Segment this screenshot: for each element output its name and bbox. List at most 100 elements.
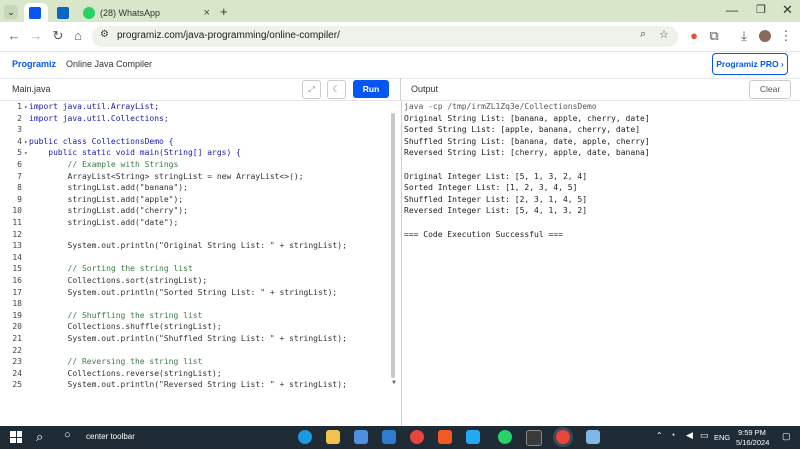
scroll-down-arrow-icon[interactable]: ▼ — [391, 380, 397, 386]
extension-icon[interactable]: ● — [686, 28, 702, 44]
taskbar-search-text[interactable]: center toolbar — [86, 432, 135, 441]
zoom-icon[interactable]: ⌕ — [640, 28, 646, 41]
whatsapp-taskbar-icon[interactable] — [498, 430, 512, 444]
code-text: // Sorting the string list — [29, 264, 193, 274]
line-number: 2 — [17, 113, 22, 123]
code-line[interactable]: 22 — [0, 345, 29, 357]
code-line[interactable]: 11 stringList.add("date"); — [0, 217, 178, 229]
extensions-puzzle-icon[interactable]: ⧉ — [706, 28, 722, 44]
code-line[interactable]: 19 // Shuffling the string list — [0, 310, 202, 322]
notification-icon[interactable]: ▢ — [782, 431, 791, 442]
battery-icon[interactable]: ▭ — [700, 430, 709, 441]
volume-icon[interactable]: ◀ — [686, 430, 693, 441]
code-line[interactable]: 20 Collections.shuffle(stringList); — [0, 321, 221, 333]
edge-icon[interactable] — [298, 430, 312, 444]
tab-whatsapp[interactable]: (28) WhatsApp × — [78, 3, 216, 22]
code-line[interactable]: 21 System.out.println("Shuffled String L… — [0, 333, 347, 345]
home-icon[interactable]: ⌂ — [70, 28, 86, 44]
editor-toolbar: Main.java ⤢ ☾ Run — [0, 78, 400, 101]
chrome-icon[interactable] — [410, 430, 424, 444]
programiz-logo[interactable]: Programiz — [12, 59, 56, 69]
close-window-icon[interactable]: ✕ — [782, 2, 793, 18]
whatsapp-icon — [83, 6, 95, 19]
code-editor[interactable]: 1 ▾import java.util.ArrayList; 2 import jav… — [0, 101, 398, 426]
reload-icon[interactable]: ↻ — [50, 28, 66, 44]
code-line[interactable]: 14 — [0, 252, 29, 264]
code-line[interactable]: 5 ▾ public static void main(String[] args… — [0, 147, 241, 159]
code-line[interactable]: 24 Collections.reverse(stringList); — [0, 368, 221, 380]
line-number: 14 — [12, 252, 22, 262]
clock-time[interactable]: 9:59 PM — [738, 428, 766, 437]
profile-avatar[interactable] — [759, 30, 771, 42]
bookmark-star-icon[interactable]: ☆ — [659, 28, 669, 41]
code-line[interactable]: 15 // Sorting the string list — [0, 263, 193, 275]
tab-search-button[interactable]: ⌄ — [4, 5, 18, 19]
mail-icon[interactable] — [382, 430, 396, 444]
cortana-icon[interactable]: ○ — [64, 429, 71, 441]
terminal-icon[interactable] — [526, 430, 542, 446]
file-tab-main-java[interactable]: Main.java — [12, 84, 51, 94]
tab-title: (28) WhatsApp — [100, 7, 161, 18]
theme-toggle-icon[interactable]: ☾ — [327, 80, 346, 99]
tray-chevron-icon[interactable]: ⌃ — [656, 431, 663, 440]
code-line[interactable]: 8 stringList.add("banana"); — [0, 182, 188, 194]
code-line[interactable]: 7 ArrayList<String> stringList = new Arr… — [0, 171, 304, 183]
tab-linkedin[interactable] — [52, 3, 74, 22]
run-button[interactable]: Run — [353, 80, 389, 98]
line-number: 12 — [12, 229, 22, 239]
clock-date[interactable]: 5/16/2024 — [736, 438, 769, 447]
line-number: 17 — [12, 287, 22, 297]
line-number: 9 — [17, 194, 22, 204]
store-icon[interactable] — [354, 430, 368, 444]
code-text: stringList.add("apple"); — [29, 194, 184, 204]
minimize-icon[interactable]: — — [726, 3, 738, 17]
brave-icon[interactable] — [438, 430, 452, 444]
code-text: System.out.println("Reversed String List… — [29, 380, 347, 390]
close-tab-icon[interactable]: × — [204, 7, 210, 19]
forward-icon[interactable]: → — [28, 28, 44, 44]
line-number: 25 — [12, 380, 22, 390]
code-line[interactable]: 17 System.out.println("Sorted String Lis… — [0, 287, 337, 299]
tab-programiz[interactable] — [24, 3, 48, 22]
code-line[interactable]: 9 stringList.add("apple"); — [0, 194, 183, 206]
file-explorer-icon[interactable] — [326, 430, 340, 444]
code-line[interactable]: 25 System.out.println("Reversed String L… — [0, 379, 347, 391]
maximize-icon[interactable]: ❐ — [756, 3, 766, 16]
code-text: System.out.println("Sorted String List: … — [29, 287, 338, 297]
wifi-icon[interactable]: ◔ — [670, 430, 675, 440]
fullscreen-icon[interactable]: ⤢ — [302, 80, 321, 99]
back-icon[interactable]: ← — [6, 28, 22, 44]
search-icon[interactable]: ⌕ — [36, 429, 43, 445]
new-tab-button[interactable]: + — [220, 4, 228, 19]
code-line[interactable]: 10 stringList.add("cherry"); — [0, 205, 188, 217]
line-number: 1 — [17, 102, 22, 111]
language-indicator[interactable]: ENG — [714, 433, 730, 442]
programiz-pro-button[interactable]: Programiz PRO › — [712, 53, 788, 75]
site-info-icon[interactable]: ⚙ — [100, 29, 109, 40]
vscode-icon[interactable] — [466, 430, 480, 444]
code-line[interactable]: 4 ▾public class CollectionsDemo { — [0, 136, 173, 148]
windows-start-icon[interactable] — [10, 431, 22, 443]
url-text: programiz.com/java-programming/online-co… — [117, 30, 340, 41]
code-line[interactable]: 12 — [0, 229, 29, 241]
app-icon[interactable] — [586, 430, 600, 444]
code-line[interactable]: 13 System.out.println("Original String L… — [0, 240, 347, 252]
line-number: 15 — [12, 264, 22, 274]
code-line[interactable]: 16 Collections.sort(stringList); — [0, 275, 207, 287]
editor-scrollbar[interactable] — [391, 113, 395, 378]
code-line[interactable]: 2 import java.util.Collections; — [0, 113, 169, 125]
code-text: ArrayList<String> stringList = new Array… — [29, 171, 304, 181]
site-header: Programiz Online Java Compiler Programiz… — [0, 51, 800, 79]
code-line[interactable]: 18 — [0, 298, 29, 310]
output-panel: java -cp /tmp/irmZL1Zq3e/CollectionsDemo… — [401, 101, 800, 426]
downloads-icon[interactable]: ⤓ — [736, 28, 752, 44]
clear-button[interactable]: Clear — [749, 80, 791, 99]
line-number: 19 — [12, 310, 22, 320]
menu-icon[interactable]: ⋮ — [778, 28, 794, 44]
code-line[interactable]: 3 — [0, 124, 29, 136]
address-bar[interactable]: ⚙ programiz.com/java-programming/online-… — [92, 26, 678, 47]
code-line[interactable]: 23 // Reversing the string list — [0, 356, 202, 368]
code-line[interactable]: 1 ▾import java.util.ArrayList; — [0, 101, 159, 113]
chrome-active-icon[interactable] — [556, 430, 570, 444]
code-line[interactable]: 6 // Example with Strings — [0, 159, 178, 171]
